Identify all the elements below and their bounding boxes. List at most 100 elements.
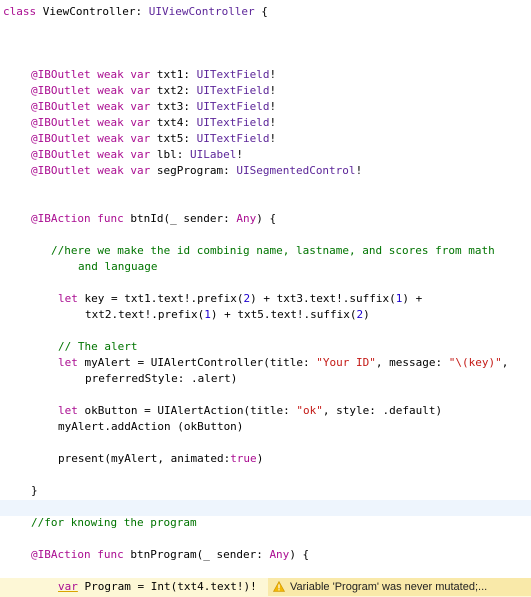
code-token: , message: (375, 356, 449, 369)
code-token: txt5: (156, 132, 197, 145)
code-token: present(myAlert, animated: (58, 452, 231, 465)
code-token: @IBOutlet (31, 132, 98, 145)
code-token: myAlert = UIAlertController(title: (84, 356, 317, 369)
code-token: weak (97, 68, 131, 81)
code-token: @IBAction (31, 212, 98, 225)
code-token: txt2.text!.prefix( (85, 308, 205, 321)
code-token: myAlert.addAction (okButton) (58, 420, 244, 433)
code-token: ) + (402, 292, 423, 305)
code-token: "\(key)" (448, 356, 502, 369)
code-token: func (97, 212, 131, 225)
code-token: @IBOutlet (31, 148, 98, 161)
code-line[interactable]: //here we make the id combinig name, las… (51, 243, 495, 259)
code-line[interactable]: @IBOutlet weak var segProgram: UISegment… (31, 163, 362, 179)
code-token: var (130, 68, 157, 81)
code-token: UITextField (196, 100, 270, 113)
code-line[interactable]: present(myAlert, animated:true) (58, 451, 263, 467)
warning-badge[interactable]: Variable 'Program' was never mutated;... (268, 578, 531, 596)
code-token: UILabel (189, 148, 237, 161)
code-line[interactable]: @IBOutlet weak var txt5: UITextField! (31, 131, 276, 147)
code-token: txt4: (156, 116, 197, 129)
code-line[interactable]: @IBOutlet weak var txt1: UITextField! (31, 67, 276, 83)
code-token: //for knowing the program (31, 516, 197, 529)
code-token: , (501, 356, 509, 369)
code-token: txt1: (156, 68, 197, 81)
code-line[interactable]: var Program = Int(txt4.text!)! (58, 579, 257, 595)
code-line[interactable]: let myAlert = UIAlertController(title: "… (58, 355, 508, 371)
code-token: weak (97, 116, 131, 129)
code-line[interactable]: // The alert (58, 339, 137, 355)
code-line[interactable]: preferredStyle: .alert) (85, 371, 237, 387)
code-line[interactable]: txt2.text!.prefix(1) + txt5.text!.suffix… (85, 307, 370, 323)
code-token: var (130, 132, 157, 145)
code-token: weak (97, 164, 131, 177)
code-token: var (58, 580, 78, 593)
code-line[interactable]: myAlert.addAction (okButton) (58, 419, 243, 435)
code-line[interactable]: @IBOutlet weak var lbl: UILabel! (31, 147, 243, 163)
code-token: : (135, 5, 149, 18)
code-token: var (130, 100, 157, 113)
code-token: UITextField (196, 116, 270, 129)
code-line[interactable]: @IBOutlet weak var txt3: UITextField! (31, 99, 276, 115)
code-token: ViewController (42, 5, 136, 18)
code-token: var (130, 116, 157, 129)
code-token: ) (256, 452, 264, 465)
code-token: true (230, 452, 257, 465)
code-token: segProgram: (156, 164, 237, 177)
code-line[interactable]: @IBOutlet weak var txt2: UITextField! (31, 83, 276, 99)
warning-message: Variable 'Program' was never mutated;... (290, 581, 488, 593)
code-token: ) { (256, 212, 277, 225)
code-token: btnId(_ sender: (130, 212, 237, 225)
code-token: "Your ID" (316, 356, 376, 369)
code-token: // The alert (58, 340, 138, 353)
code-line[interactable]: @IBAction func btnProgram(_ sender: Any)… (31, 547, 309, 563)
code-token: class (3, 5, 43, 18)
code-token: weak (97, 100, 131, 113)
code-token: key = txt1.text!.prefix( (84, 292, 244, 305)
code-token: lbl: (156, 148, 190, 161)
code-token: txt2: (156, 84, 197, 97)
code-token: "ok" (296, 404, 323, 417)
code-line[interactable]: let key = txt1.text!.prefix(2) + txt3.te… (58, 291, 422, 307)
code-token: ! (269, 84, 277, 97)
code-token: txt3: (156, 100, 197, 113)
code-token: var (130, 148, 157, 161)
code-token: preferredStyle: .alert) (85, 372, 238, 385)
code-token: ) + txt3.text!.suffix( (250, 292, 396, 305)
code-token: //here we make the id combinig name, las… (51, 244, 495, 257)
code-token: Any (269, 548, 290, 561)
code-token: UITextField (196, 84, 270, 97)
code-line[interactable]: //for knowing the program (31, 515, 197, 531)
code-token: ! (355, 164, 363, 177)
code-token: @IBOutlet (31, 68, 98, 81)
code-line[interactable]: } (31, 483, 38, 499)
code-line[interactable]: class ViewController: UIViewController { (3, 4, 268, 20)
code-line[interactable]: let okButton = UIAlertAction(title: "ok"… (58, 403, 442, 419)
code-token: UITextField (196, 68, 270, 81)
code-token: @IBOutlet (31, 116, 98, 129)
code-token: UITextField (196, 132, 270, 145)
code-token: let (58, 356, 85, 369)
code-editor[interactable]: class ViewController: UIViewController {… (0, 0, 531, 597)
code-token: ) { (289, 548, 310, 561)
code-token: let (58, 292, 85, 305)
code-line[interactable]: @IBOutlet weak var txt4: UITextField! (31, 115, 276, 131)
code-token: { (254, 5, 268, 18)
code-token: Program (84, 580, 131, 593)
code-token: ) + txt5.text!.suffix( (210, 308, 357, 321)
code-line[interactable]: @IBAction func btnId(_ sender: Any) { (31, 211, 276, 227)
code-token: var (130, 164, 157, 177)
code-token: and language (78, 260, 158, 273)
code-token: @IBOutlet (31, 164, 98, 177)
code-token: weak (97, 132, 131, 145)
code-token: } (31, 484, 38, 497)
code-token: ! (269, 132, 277, 145)
code-line[interactable]: and language (78, 259, 157, 275)
code-token: 1 (204, 308, 211, 321)
code-token: @IBAction (31, 548, 98, 561)
code-token: okButton = UIAlertAction(title: (84, 404, 297, 417)
code-token: UISegmentedControl (236, 164, 356, 177)
code-token: var (130, 84, 157, 97)
code-token: , style: .default) (322, 404, 443, 417)
